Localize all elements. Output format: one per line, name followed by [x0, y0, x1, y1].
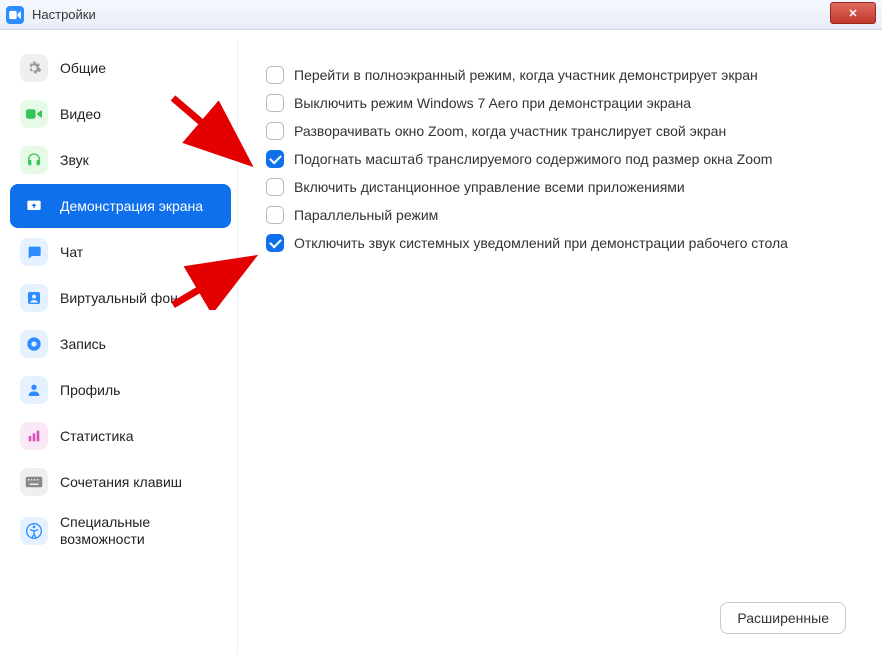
sidebar: Общие Видео Звук Демонстрация экрана	[10, 40, 238, 654]
checkbox[interactable]	[266, 122, 284, 140]
app-icon	[6, 6, 24, 24]
close-button[interactable]	[830, 2, 876, 24]
option-maximize-on-share[interactable]: Разворачивать окно Zoom, когда участник …	[266, 122, 852, 140]
stats-icon	[20, 422, 48, 450]
option-disable-aero[interactable]: Выключить режим Windows 7 Aero при демон…	[266, 94, 852, 112]
option-silence-notifications[interactable]: Отключить звук системных уведомлений при…	[266, 234, 852, 252]
content-pane: Перейти в полноэкранный режим, когда уча…	[238, 40, 872, 654]
accessibility-icon	[20, 517, 48, 545]
share-screen-icon	[20, 192, 48, 220]
window-title: Настройки	[32, 7, 96, 22]
record-icon	[20, 330, 48, 358]
option-label: Отключить звук системных уведомлений при…	[294, 235, 788, 251]
headphones-icon	[20, 146, 48, 174]
sidebar-item-statistics[interactable]: Статистика	[10, 414, 231, 458]
sidebar-item-share-screen[interactable]: Демонстрация экрана	[10, 184, 231, 228]
option-label: Параллельный режим	[294, 207, 438, 223]
chat-icon	[20, 238, 48, 266]
checkbox[interactable]	[266, 206, 284, 224]
option-label: Выключить режим Windows 7 Aero при демон…	[294, 95, 691, 111]
sidebar-item-general[interactable]: Общие	[10, 46, 231, 90]
sidebar-item-label: Статистика	[60, 428, 134, 445]
sidebar-item-accessibility[interactable]: Специальные возможности	[10, 506, 231, 556]
sidebar-item-recording[interactable]: Запись	[10, 322, 231, 366]
advanced-button[interactable]: Расширенные	[720, 602, 846, 634]
settings-window: Настройки Общие Видео Звук	[0, 0, 882, 664]
checkbox[interactable]	[266, 234, 284, 252]
option-label: Перейти в полноэкранный режим, когда уча…	[294, 67, 758, 83]
sidebar-item-label: Чат	[60, 244, 83, 261]
gear-icon	[20, 54, 48, 82]
sidebar-item-audio[interactable]: Звук	[10, 138, 231, 182]
sidebar-item-chat[interactable]: Чат	[10, 230, 231, 274]
option-scale-to-fit[interactable]: Подогнать масштаб транслируемого содержи…	[266, 150, 852, 168]
checkbox[interactable]	[266, 94, 284, 112]
checkbox[interactable]	[266, 150, 284, 168]
checkbox[interactable]	[266, 178, 284, 196]
option-side-by-side[interactable]: Параллельный режим	[266, 206, 852, 224]
sidebar-item-label: Запись	[60, 336, 106, 353]
titlebar: Настройки	[0, 0, 882, 30]
sidebar-item-label: Демонстрация экрана	[60, 198, 203, 215]
window-body: Общие Видео Звук Демонстрация экрана	[0, 30, 882, 664]
virtual-bg-icon	[20, 284, 48, 312]
sidebar-item-label: Видео	[60, 106, 101, 123]
sidebar-item-label: Виртуальный фон	[60, 290, 178, 307]
option-label: Подогнать масштаб транслируемого содержи…	[294, 151, 772, 167]
option-fullscreen-on-share[interactable]: Перейти в полноэкранный режим, когда уча…	[266, 66, 852, 84]
sidebar-item-virtual-bg[interactable]: Виртуальный фон	[10, 276, 231, 320]
option-remote-control-all[interactable]: Включить дистанционное управление всеми …	[266, 178, 852, 196]
sidebar-item-label: Профиль	[60, 382, 120, 399]
sidebar-item-profile[interactable]: Профиль	[10, 368, 231, 412]
sidebar-item-video[interactable]: Видео	[10, 92, 231, 136]
option-label: Разворачивать окно Zoom, когда участник …	[294, 123, 726, 139]
checkbox[interactable]	[266, 66, 284, 84]
sidebar-item-label: Общие	[60, 60, 106, 77]
option-label: Включить дистанционное управление всеми …	[294, 179, 685, 195]
sidebar-item-label: Специальные возможности	[60, 514, 221, 548]
profile-icon	[20, 376, 48, 404]
sidebar-item-shortcuts[interactable]: Сочетания клавиш	[10, 460, 231, 504]
advanced-row: Расширенные	[266, 602, 852, 640]
video-icon	[20, 100, 48, 128]
sidebar-item-label: Сочетания клавиш	[60, 474, 182, 491]
keyboard-icon	[20, 468, 48, 496]
sidebar-item-label: Звук	[60, 152, 89, 169]
